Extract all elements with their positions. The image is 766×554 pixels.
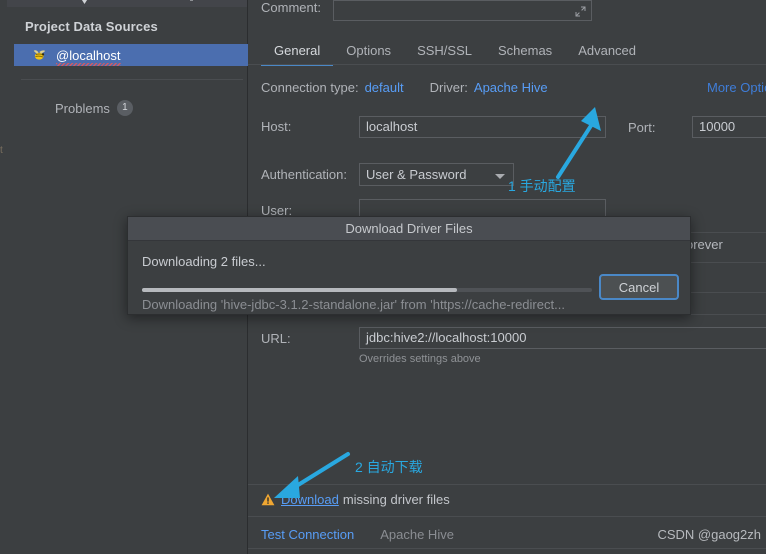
host-label-text: Host: <box>261 119 292 134</box>
tab-options[interactable]: Options <box>333 38 404 64</box>
url-input[interactable]: jdbc:hive2://localhost:10000 <box>359 327 766 349</box>
page-title: Project Data Sources <box>25 19 158 34</box>
download-status-text: Downloading 2 files... <box>142 254 266 269</box>
bottom-divider-3 <box>248 548 766 549</box>
cancel-button[interactable]: Cancel <box>599 274 679 300</box>
connection-type-row: Connection type: default Driver: Apache … <box>261 80 548 95</box>
toolwindow-strip-glyph: t <box>0 146 3 156</box>
bottom-divider-2 <box>248 516 766 517</box>
comment-label: Comment: <box>261 0 321 15</box>
connection-type-label: Connection type: <box>261 80 359 95</box>
driver-value-link[interactable]: Apache Hive <box>474 80 548 95</box>
problems-count-badge: 1 <box>116 100 133 116</box>
watermark-text: CSDN @gaog2zh <box>657 527 761 542</box>
hive-bee-icon <box>32 47 48 63</box>
expand-icon[interactable] <box>575 5 586 17</box>
authentication-label-text: Authentication: <box>261 167 348 182</box>
settings-tabs: General Options SSH/SSL Schemas Advanced <box>261 38 649 66</box>
comment-label-text: Comment: <box>261 0 321 15</box>
download-progress-bar <box>142 288 592 292</box>
host-input[interactable]: localhost <box>359 116 606 138</box>
tab-general[interactable]: General <box>261 38 334 66</box>
url-label-text: URL: <box>261 331 291 346</box>
collapse-chevron-icon <box>80 0 89 4</box>
download-progress-fill <box>142 288 457 292</box>
problems-label: Problems <box>55 100 110 116</box>
dialog-title: Download Driver Files <box>345 221 473 236</box>
sidebar-item-label: @localhost <box>56 47 121 66</box>
driver-name-label: Apache Hive <box>380 527 454 542</box>
comment-input[interactable] <box>333 0 592 21</box>
connection-status-bar: Test Connection Apache Hive <box>261 527 454 542</box>
driver-label: Driver: <box>429 80 468 95</box>
port-input[interactable]: 10000 <box>692 116 766 138</box>
tab-ssh-ssl[interactable]: SSH/SSL <box>404 38 485 64</box>
bottom-divider-1 <box>248 484 766 485</box>
problems-item[interactable]: Problems 1 <box>55 100 133 116</box>
annotation-label-2: 2 自动下载 <box>355 459 423 475</box>
authentication-selected-value: User & Password <box>366 167 467 182</box>
download-driver-notice: Download missing driver files <box>261 492 450 507</box>
panel-top-edge <box>7 0 247 7</box>
host-label: Host: <box>261 119 291 134</box>
download-notice-text: missing driver files <box>342 492 450 507</box>
authentication-label: Authentication: <box>261 167 347 182</box>
app-window: t Project Data Sources @localhost Proble… <box>0 0 766 554</box>
save-password-value: orever <box>686 237 723 252</box>
test-connection-link[interactable]: Test Connection <box>261 527 354 542</box>
connection-type-value[interactable]: default <box>365 80 404 95</box>
tab-schemas[interactable]: Schemas <box>485 38 565 64</box>
dialog-body: Downloading 2 files... Downloading 'hive… <box>128 241 690 314</box>
url-label: URL: <box>261 331 291 346</box>
url-hint-text: Overrides settings above <box>359 353 481 365</box>
authentication-select[interactable]: User & Password <box>359 163 514 186</box>
dialog-title-bar: Download Driver Files <box>128 217 690 241</box>
panel-divider <box>21 79 243 80</box>
panel-edge-marker-icon <box>190 0 193 1</box>
annotation-label-1: 1 手动配置 <box>508 178 576 194</box>
sidebar-item-localhost[interactable]: @localhost <box>14 44 254 66</box>
chevron-down-icon <box>495 174 505 179</box>
warning-triangle-icon <box>261 493 275 506</box>
download-link[interactable]: Download <box>281 492 339 507</box>
download-driver-files-dialog: Download Driver Files Downloading 2 file… <box>127 216 691 315</box>
tab-advanced[interactable]: Advanced <box>565 38 649 64</box>
tabs-divider <box>248 64 766 65</box>
port-label: Port: <box>628 120 656 135</box>
download-detail-text: Downloading 'hive-jdbc-3.1.2-standalone.… <box>142 297 565 312</box>
more-options-link[interactable]: More Optio <box>707 80 766 95</box>
